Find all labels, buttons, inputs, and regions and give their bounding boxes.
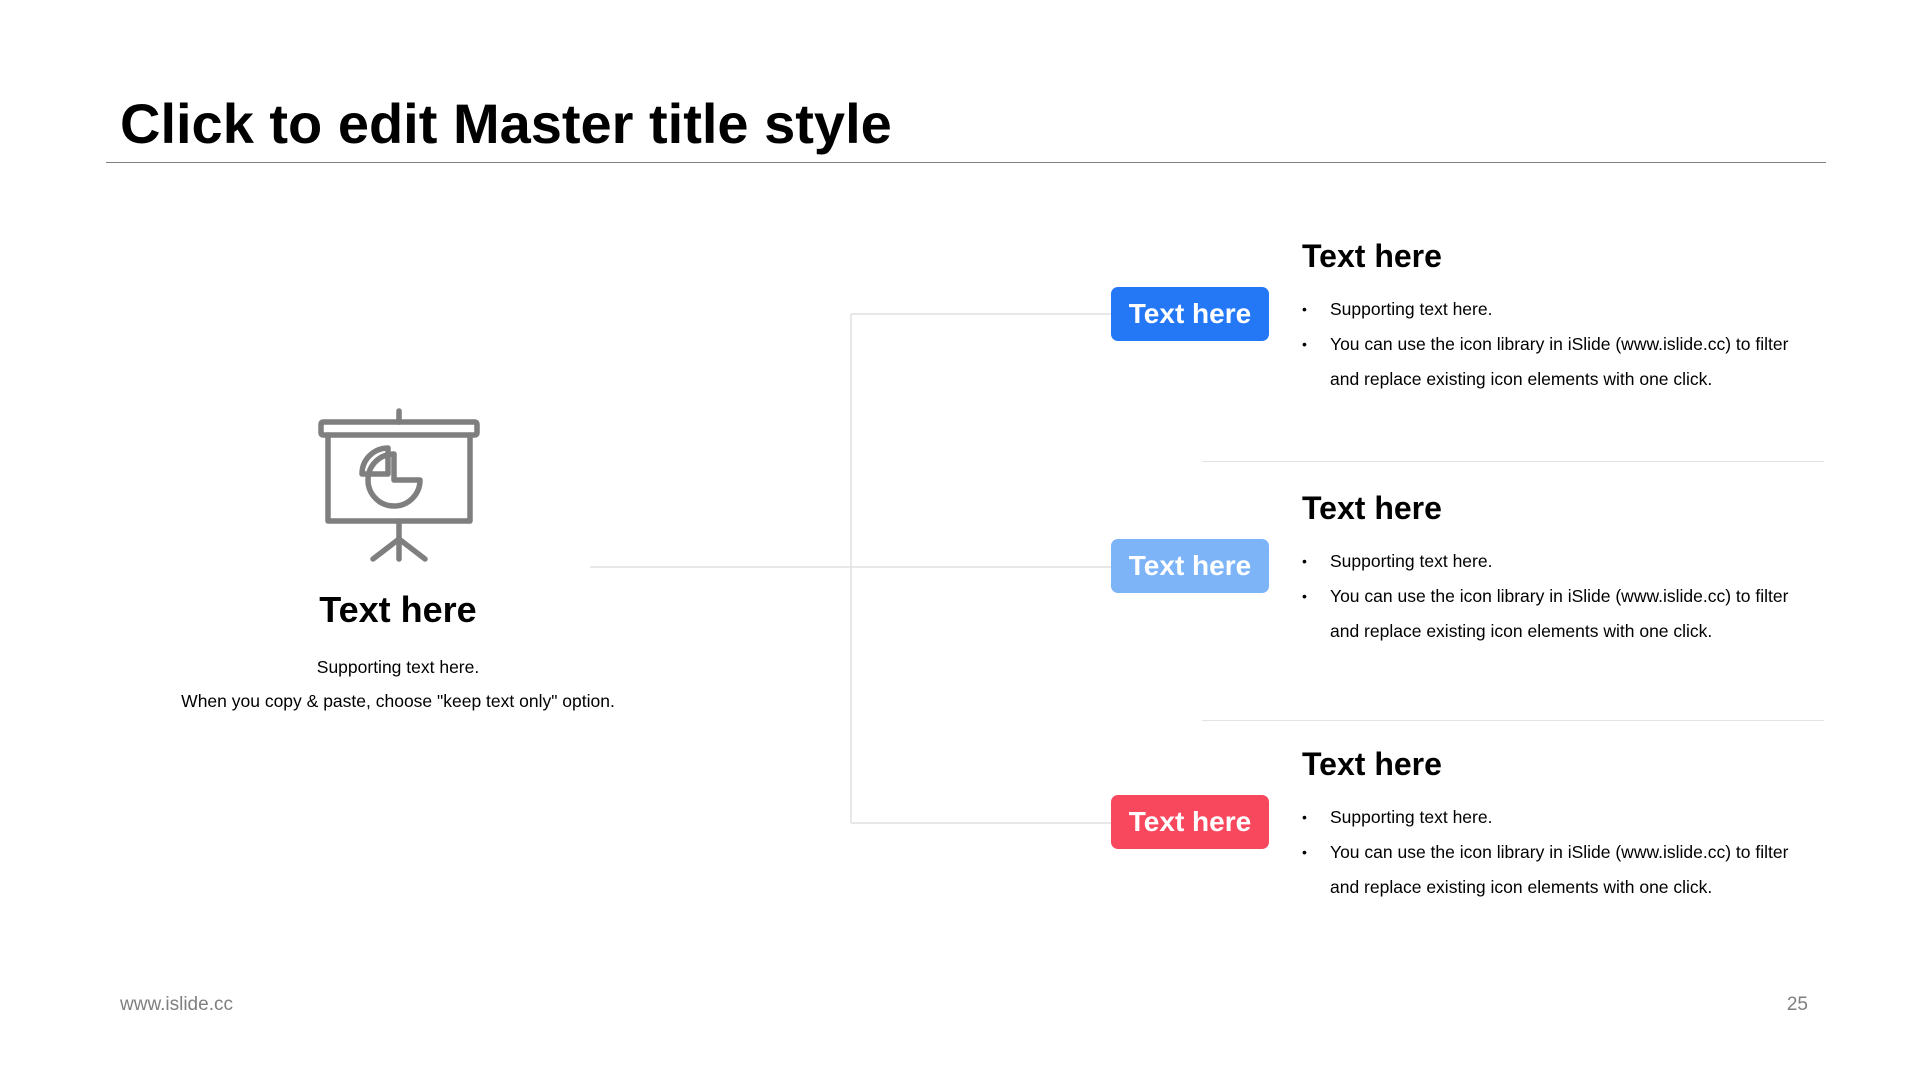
section-divider (1202, 720, 1824, 721)
bullet-item: Supporting text here. (1302, 292, 1822, 327)
presentation-screen-pie-chart-icon (316, 408, 482, 566)
bullet-item: Supporting text here. (1302, 544, 1822, 579)
item-block-3: Text here Supporting text here. You can … (1302, 742, 1822, 905)
item-heading: Text here (1302, 746, 1442, 782)
left-support-line: When you copy & paste, choose "keep text… (181, 691, 615, 711)
bullet-item: Supporting text here. (1302, 800, 1822, 835)
tag-label-3: Text here (1111, 795, 1269, 849)
page-number: 25 (1786, 994, 1808, 1015)
bullet-list: Supporting text here. You can use the ic… (1302, 292, 1822, 397)
item-block-1: Text here Supporting text here. You can … (1302, 234, 1822, 397)
left-supporting-text: Supporting text here. When you copy & pa… (100, 650, 696, 718)
bullet-list: Supporting text here. You can use the ic… (1302, 544, 1822, 649)
footer-url: www.islide.cc (120, 994, 233, 1015)
item-heading: Text here (1302, 490, 1442, 526)
connector-line (590, 313, 1111, 824)
item-heading: Text here (1302, 238, 1442, 274)
bullet-item: You can use the icon library in iSlide (… (1302, 835, 1822, 905)
left-heading: Text here (319, 589, 477, 630)
bullet-item: You can use the icon library in iSlide (… (1302, 327, 1822, 397)
tag-label-1: Text here (1111, 287, 1269, 341)
item-block-2: Text here Supporting text here. You can … (1302, 486, 1822, 649)
section-divider (1202, 461, 1824, 462)
bullet-list: Supporting text here. You can use the ic… (1302, 800, 1822, 905)
bullet-item: You can use the icon library in iSlide (… (1302, 579, 1822, 649)
tag-label-2: Text here (1111, 539, 1269, 593)
left-support-line: Supporting text here. (316, 657, 480, 677)
